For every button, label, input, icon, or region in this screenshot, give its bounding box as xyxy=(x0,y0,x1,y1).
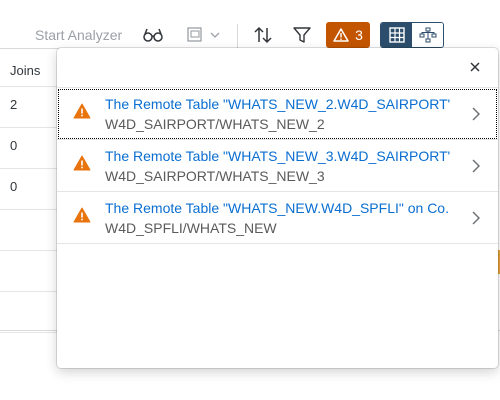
warning-icon xyxy=(333,28,349,42)
chevron-right-icon xyxy=(472,159,480,173)
message-subtitle: W4D_SPFLI/WHATS_NEW xyxy=(105,220,277,236)
list-item[interactable]: The Remote Table "WHATS_NEW_2.W4D_SAIRPO… xyxy=(57,88,498,140)
message-title: The Remote Table "WHATS_NEW_2.W4D_SAIRPO… xyxy=(105,96,450,112)
filter-icon[interactable] xyxy=(291,24,313,46)
toolbar-divider xyxy=(237,24,238,48)
message-subtitle: W4D_SAIRPORT/WHATS_NEW_3 xyxy=(105,168,325,184)
table-view-icon xyxy=(388,27,405,43)
table-view-button[interactable] xyxy=(381,23,412,47)
table-cell: 2 xyxy=(0,87,60,128)
warning-icon xyxy=(73,155,91,171)
view-toggle xyxy=(380,22,444,48)
graph-view-button[interactable] xyxy=(412,23,443,47)
warnings-button[interactable]: 3 xyxy=(326,22,370,48)
warning-count: 3 xyxy=(355,27,363,43)
warning-icon xyxy=(73,103,91,119)
table-cell xyxy=(0,251,60,292)
warning-icon xyxy=(73,207,91,223)
table-cell: 0 xyxy=(0,169,60,210)
message-subtitle: W4D_SAIRPORT/WHATS_NEW_2 xyxy=(105,116,325,132)
glasses-icon[interactable] xyxy=(142,24,164,46)
table-cell: 0 xyxy=(0,128,60,169)
start-analyzer-button[interactable]: Start Analyzer xyxy=(35,27,122,43)
column-header-joins: Joins xyxy=(0,49,60,87)
message-list: The Remote Table "WHATS_NEW_2.W4D_SAIRPO… xyxy=(57,88,498,244)
list-item[interactable]: The Remote Table "WHATS_NEW_3.W4D_SAIRPO… xyxy=(57,140,498,192)
table-cell xyxy=(0,292,60,333)
sort-icon[interactable] xyxy=(251,24,275,46)
warnings-popover: The Remote Table "WHATS_NEW_2.W4D_SAIRPO… xyxy=(57,48,498,368)
list-item[interactable]: The Remote Table "WHATS_NEW.W4D_SPFLI" o… xyxy=(57,192,498,244)
image-dropdown-icon[interactable] xyxy=(184,24,224,46)
message-title: The Remote Table "WHATS_NEW.W4D_SPFLI" o… xyxy=(105,200,450,216)
table-cell xyxy=(0,210,60,251)
chevron-right-icon xyxy=(472,107,480,121)
background-table: Joins 2 0 0 xyxy=(0,48,60,333)
message-title: The Remote Table "WHATS_NEW_3.W4D_SAIRPO… xyxy=(105,148,450,164)
toolbar: Start Analyzer 3 xyxy=(0,0,500,50)
graph-view-icon xyxy=(419,27,436,43)
popover-header xyxy=(57,48,498,88)
close-icon[interactable] xyxy=(468,60,482,74)
chevron-right-icon xyxy=(472,211,480,225)
